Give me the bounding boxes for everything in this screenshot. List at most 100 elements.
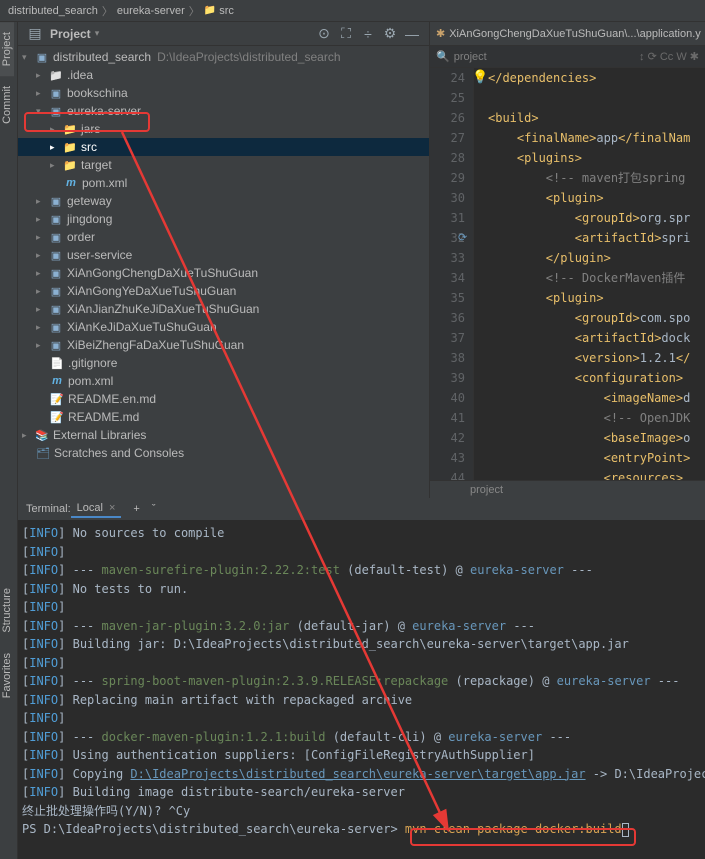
close-icon[interactable]: ×	[109, 502, 115, 514]
tree-item-pom[interactable]: mpom.xml	[18, 174, 429, 192]
tree-label: pom.xml	[82, 176, 127, 190]
search-tools[interactable]: ↕ ⟳ Cc W ✱	[639, 50, 699, 63]
tree-label: pom.xml	[68, 374, 113, 388]
crumb-arrow-icon: 〉	[102, 3, 113, 19]
chevron-right-icon[interactable]: ▸	[50, 124, 60, 135]
left-tool-stripe-bottom: Structure Favorites	[0, 498, 18, 859]
tree-item-bookschina[interactable]: ▸▣bookschina	[18, 84, 429, 102]
chevron-right-icon[interactable]: ▸	[36, 322, 46, 333]
chevron-right-icon[interactable]: ▸	[36, 196, 46, 207]
bulb-icon[interactable]: 💡	[472, 70, 488, 85]
terminal-body[interactable]: [INFO] No sources to compile[INFO][INFO]…	[18, 520, 705, 859]
crumb-arrow-icon: 〉	[189, 3, 200, 19]
tree-item-x2[interactable]: ▸▣ XiAnGongYeDaXueTuShuGuan	[18, 282, 429, 300]
tree-label: user-service	[67, 248, 132, 262]
project-tool-button[interactable]: Project	[0, 22, 14, 76]
chevron-right-icon[interactable]: ▸	[36, 286, 46, 297]
module-icon: ▣	[49, 212, 63, 226]
tree-item-x3[interactable]: ▸▣ XiAnJianZhuKeJiDaXueTuShuGuan	[18, 300, 429, 318]
file-type-icon: ✱	[436, 27, 445, 40]
chevron-right-icon[interactable]: ▸	[36, 340, 46, 351]
crumb-root[interactable]: distributed_search	[8, 5, 98, 17]
structure-tool-button[interactable]: Structure	[0, 578, 14, 643]
module-icon: ▣	[49, 302, 63, 316]
project-panel-header: ▤ Project ▾ ⊙ ⛶ ÷ ⚙ —	[18, 22, 429, 46]
gutter-run-icon[interactable]: ⟳	[458, 228, 467, 248]
terminal-dropdown-icon[interactable]: ˇ	[152, 503, 156, 515]
search-input[interactable]: project	[454, 51, 487, 63]
chevron-right-icon[interactable]: ▸	[36, 70, 46, 81]
tree-item-jars[interactable]: ▸📁 jars	[18, 120, 429, 138]
folder-icon: 📁	[63, 122, 77, 136]
expand-all-icon[interactable]: ⛶	[338, 26, 354, 42]
code-editor[interactable]: 2425262728293031323334353637383940414243…	[430, 68, 705, 480]
chevron-right-icon[interactable]: ▸	[36, 88, 46, 99]
tree-root[interactable]: ▾ ▣ distributed_search D:\IdeaProjects\d…	[18, 48, 429, 66]
chevron-right-icon[interactable]: ▸	[36, 214, 46, 225]
gear-icon[interactable]: ⚙	[382, 26, 398, 42]
chevron-right-icon[interactable]: ▸	[50, 142, 60, 153]
library-icon: 📚	[35, 428, 49, 442]
tree-item-order[interactable]: ▸▣order	[18, 228, 429, 246]
tree-label: XiAnKeJiDaXueTuShuGuan	[67, 320, 217, 334]
project-tree[interactable]: ▾ ▣ distributed_search D:\IdeaProjects\d…	[18, 46, 429, 498]
tree-item-user-service[interactable]: ▸▣user-service	[18, 246, 429, 264]
tree-item-x5[interactable]: ▸▣ XiBeiZhengFaDaXueTuShuGuan	[18, 336, 429, 354]
tree-label: XiAnJianZhuKeJiDaXueTuShuGuan	[67, 302, 259, 316]
tree-item-pom-root[interactable]: mpom.xml	[18, 372, 429, 390]
chevron-down-icon[interactable]: ▾	[22, 52, 32, 63]
tree-label: XiAnGongYeDaXueTuShuGuan	[67, 284, 236, 298]
module-icon: ▣	[49, 338, 63, 352]
tree-label: Scratches and Consoles	[54, 446, 184, 460]
tree-item-x1[interactable]: ▸▣XiAnGongChengDaXueTuShuGuan	[18, 264, 429, 282]
collapse-all-icon[interactable]: ÷	[360, 26, 376, 42]
crumb-mid[interactable]: eureka-server	[117, 5, 185, 17]
tree-item-eureka[interactable]: ▾▣eureka-server	[18, 102, 429, 120]
tree-label: distributed_search	[53, 50, 151, 64]
tree-item-idea[interactable]: ▸📁.idea	[18, 66, 429, 84]
module-icon: ▣	[49, 284, 63, 298]
tree-label: External Libraries	[53, 428, 146, 442]
tree-label: XiBeiZhengFaDaXueTuShuGuan	[67, 338, 244, 352]
chevron-right-icon[interactable]: ▸	[22, 430, 32, 441]
tree-item-target[interactable]: ▸📁target	[18, 156, 429, 174]
tree-item-src[interactable]: ▸📁src	[18, 138, 429, 156]
editor-tab[interactable]: ✱ XiAnGongChengDaXueTuShuGuan\...\applic…	[430, 22, 705, 46]
editor-crumb[interactable]: project	[470, 484, 503, 496]
tree-item-x4[interactable]: ▸▣XiAnKeJiDaXueTuShuGuan	[18, 318, 429, 336]
tree-item-geteway[interactable]: ▸▣geteway	[18, 192, 429, 210]
terminal-tab[interactable]: Local ×	[71, 500, 122, 518]
chevron-right-icon[interactable]: ▸	[36, 268, 46, 279]
tree-item-jingdong[interactable]: ▸▣jingdong	[18, 210, 429, 228]
tree-item-readme-en[interactable]: 📝README.en.md	[18, 390, 429, 408]
module-icon: ▣	[49, 104, 63, 118]
hide-icon[interactable]: —	[404, 26, 420, 42]
tree-label: bookschina	[67, 86, 128, 100]
file-icon: 📄	[50, 356, 64, 370]
editor-panel: ✱ XiAnGongChengDaXueTuShuGuan\...\applic…	[430, 22, 705, 498]
chevron-right-icon[interactable]: ▸	[36, 250, 46, 261]
editor-code[interactable]: 💡 </dependencies><build> <finalName>app<…	[474, 68, 705, 480]
project-view-icon[interactable]: ▤	[27, 26, 43, 42]
new-terminal-icon[interactable]: +	[133, 503, 139, 515]
commit-tool-button[interactable]: Commit	[0, 76, 14, 134]
tree-label: .gitignore	[68, 356, 117, 370]
editor-search-bar[interactable]: 🔍 project ↕ ⟳ Cc W ✱	[430, 46, 705, 68]
chevron-down-icon[interactable]: ▾	[36, 106, 46, 117]
panel-select-icon[interactable]: ▾	[95, 28, 100, 39]
chevron-right-icon[interactable]: ▸	[36, 304, 46, 315]
tree-label: jars	[81, 122, 100, 136]
crumb-leaf[interactable]: src	[219, 5, 234, 17]
tree-item-ext-lib[interactable]: ▸📚 External Libraries	[18, 426, 429, 444]
panel-title[interactable]: Project	[50, 27, 91, 41]
module-icon: ▣	[35, 50, 49, 64]
chevron-right-icon[interactable]: ▸	[36, 232, 46, 243]
editor-breadcrumb[interactable]: project	[430, 480, 705, 498]
favorites-tool-button[interactable]: Favorites	[0, 643, 14, 708]
chevron-right-icon[interactable]: ▸	[50, 160, 60, 171]
locate-icon[interactable]: ⊙	[316, 26, 332, 42]
tree-item-readme[interactable]: 📝README.md	[18, 408, 429, 426]
tree-item-scratches[interactable]: 🗂Scratches and Consoles	[18, 444, 429, 462]
tree-label: XiAnGongChengDaXueTuShuGuan	[67, 266, 258, 280]
tree-item-gitignore[interactable]: 📄 .gitignore	[18, 354, 429, 372]
